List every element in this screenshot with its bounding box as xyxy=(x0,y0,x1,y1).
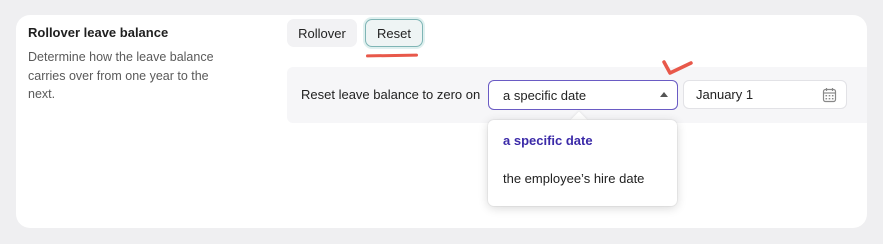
date-value: January 1 xyxy=(696,87,754,102)
select-value: a specific date xyxy=(503,87,587,103)
reset-date-type-dropdown: a specific date the employee’s hire date xyxy=(488,120,677,206)
reset-label: Reset leave balance to zero on xyxy=(301,87,481,102)
checkmark-icon xyxy=(662,60,693,75)
rollover-button[interactable]: Rollover xyxy=(287,19,357,47)
calendar-icon[interactable] xyxy=(822,87,837,103)
reset-date-input[interactable]: January 1 xyxy=(683,80,847,109)
caret-up-icon xyxy=(660,92,668,97)
reset-button[interactable]: Reset xyxy=(365,19,423,47)
dropdown-option-hire-date[interactable]: the employee’s hire date xyxy=(503,171,644,186)
dropdown-option-specific-date[interactable]: a specific date xyxy=(503,133,593,148)
reset-date-type-select[interactable]: a specific date xyxy=(488,80,678,110)
section-title: Rollover leave balance xyxy=(28,25,169,40)
section-description: Determine how the leave balance carries … xyxy=(28,50,214,101)
